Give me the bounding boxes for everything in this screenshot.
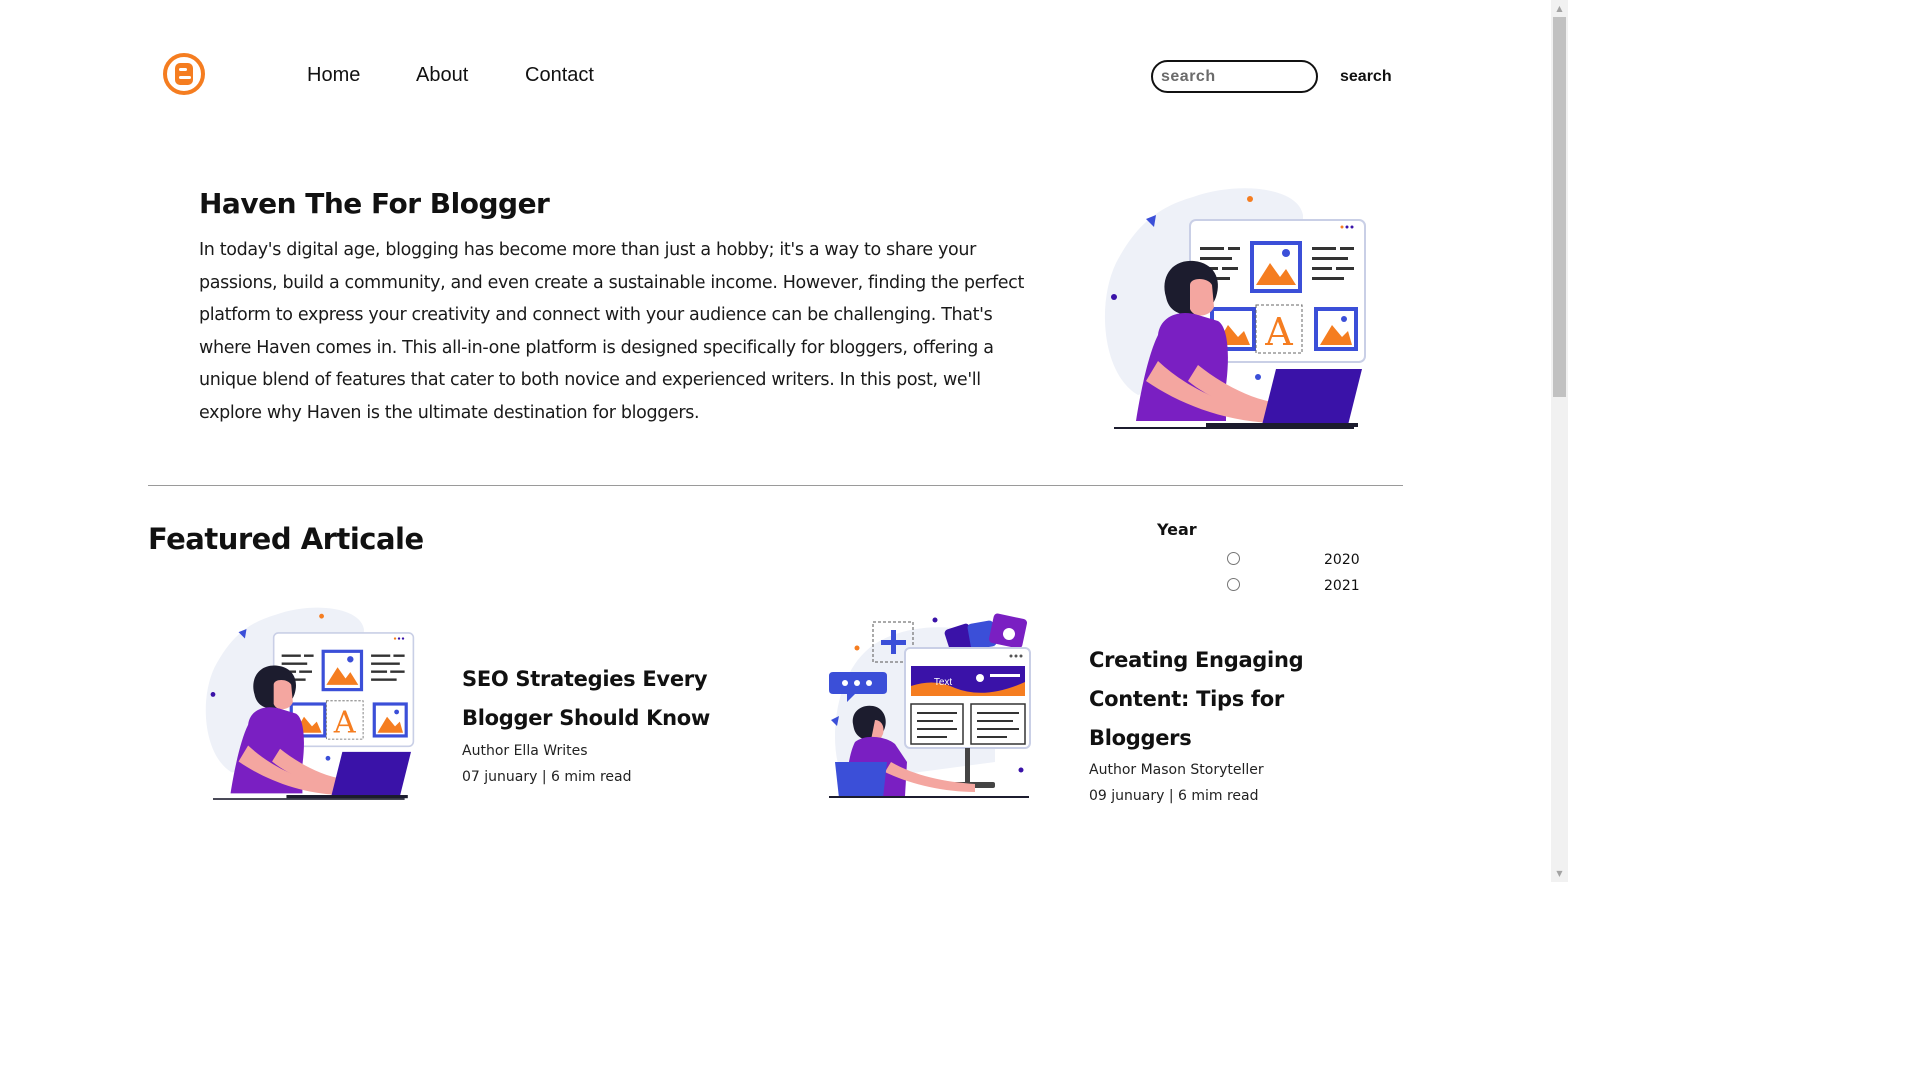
year-2020-label: 2020 [1324,552,1360,568]
blogger-designing-illustration: A [1104,188,1366,429]
illustration-text-label: Text [934,677,953,688]
page-scrollbar[interactable]: ▲ ▼ [1551,0,1568,882]
svg-text:A: A [1264,310,1293,354]
hero-text: In today's digital age, blogging has bec… [199,240,1024,423]
nav-about-link[interactable]: About [416,64,468,87]
article-title-link[interactable]: Creating Engaging Content: Tips for Blog… [1089,641,1329,758]
scroll-up-arrow-icon[interactable]: ▲ [1551,0,1568,17]
article-author: Author Ella Writes [462,743,588,759]
nav-home-link[interactable]: Home [307,64,360,87]
year-filter: Year 2020 2021 [1157,520,1387,600]
search-button[interactable]: search [1330,62,1402,91]
blogger-logo-icon[interactable] [163,53,205,95]
section-divider [148,485,1403,486]
svg-text:A: A [333,706,357,741]
page: Home About Contact search Haven The For … [0,0,1568,882]
featured-heading: Featured Articale [148,522,424,556]
nav-contact-link[interactable]: Contact [525,64,594,87]
search-input[interactable] [1151,60,1318,93]
year-2021-label: 2021 [1324,578,1360,594]
year-2021-radio[interactable] [1227,578,1240,591]
article-author: Author Mason Storyteller [1089,762,1264,778]
article-date-read: 09 junuary | 6 mim read [1089,788,1259,804]
year-filter-label: Year [1157,520,1197,539]
scrollbar-thumb[interactable] [1553,17,1566,397]
hero-title: Haven The For Blogger [199,187,550,220]
blogger-designing-illustration[interactable]: A [200,605,420,803]
article-title-link[interactable]: SEO Strategies Every Blogger Should Know [462,660,742,738]
content-creator-illustration[interactable]: Text [825,612,1040,802]
scroll-down-arrow-icon[interactable]: ▼ [1551,865,1568,882]
article-date-read: 07 junuary | 6 mim read [462,769,632,785]
year-2020-radio[interactable] [1227,552,1240,565]
